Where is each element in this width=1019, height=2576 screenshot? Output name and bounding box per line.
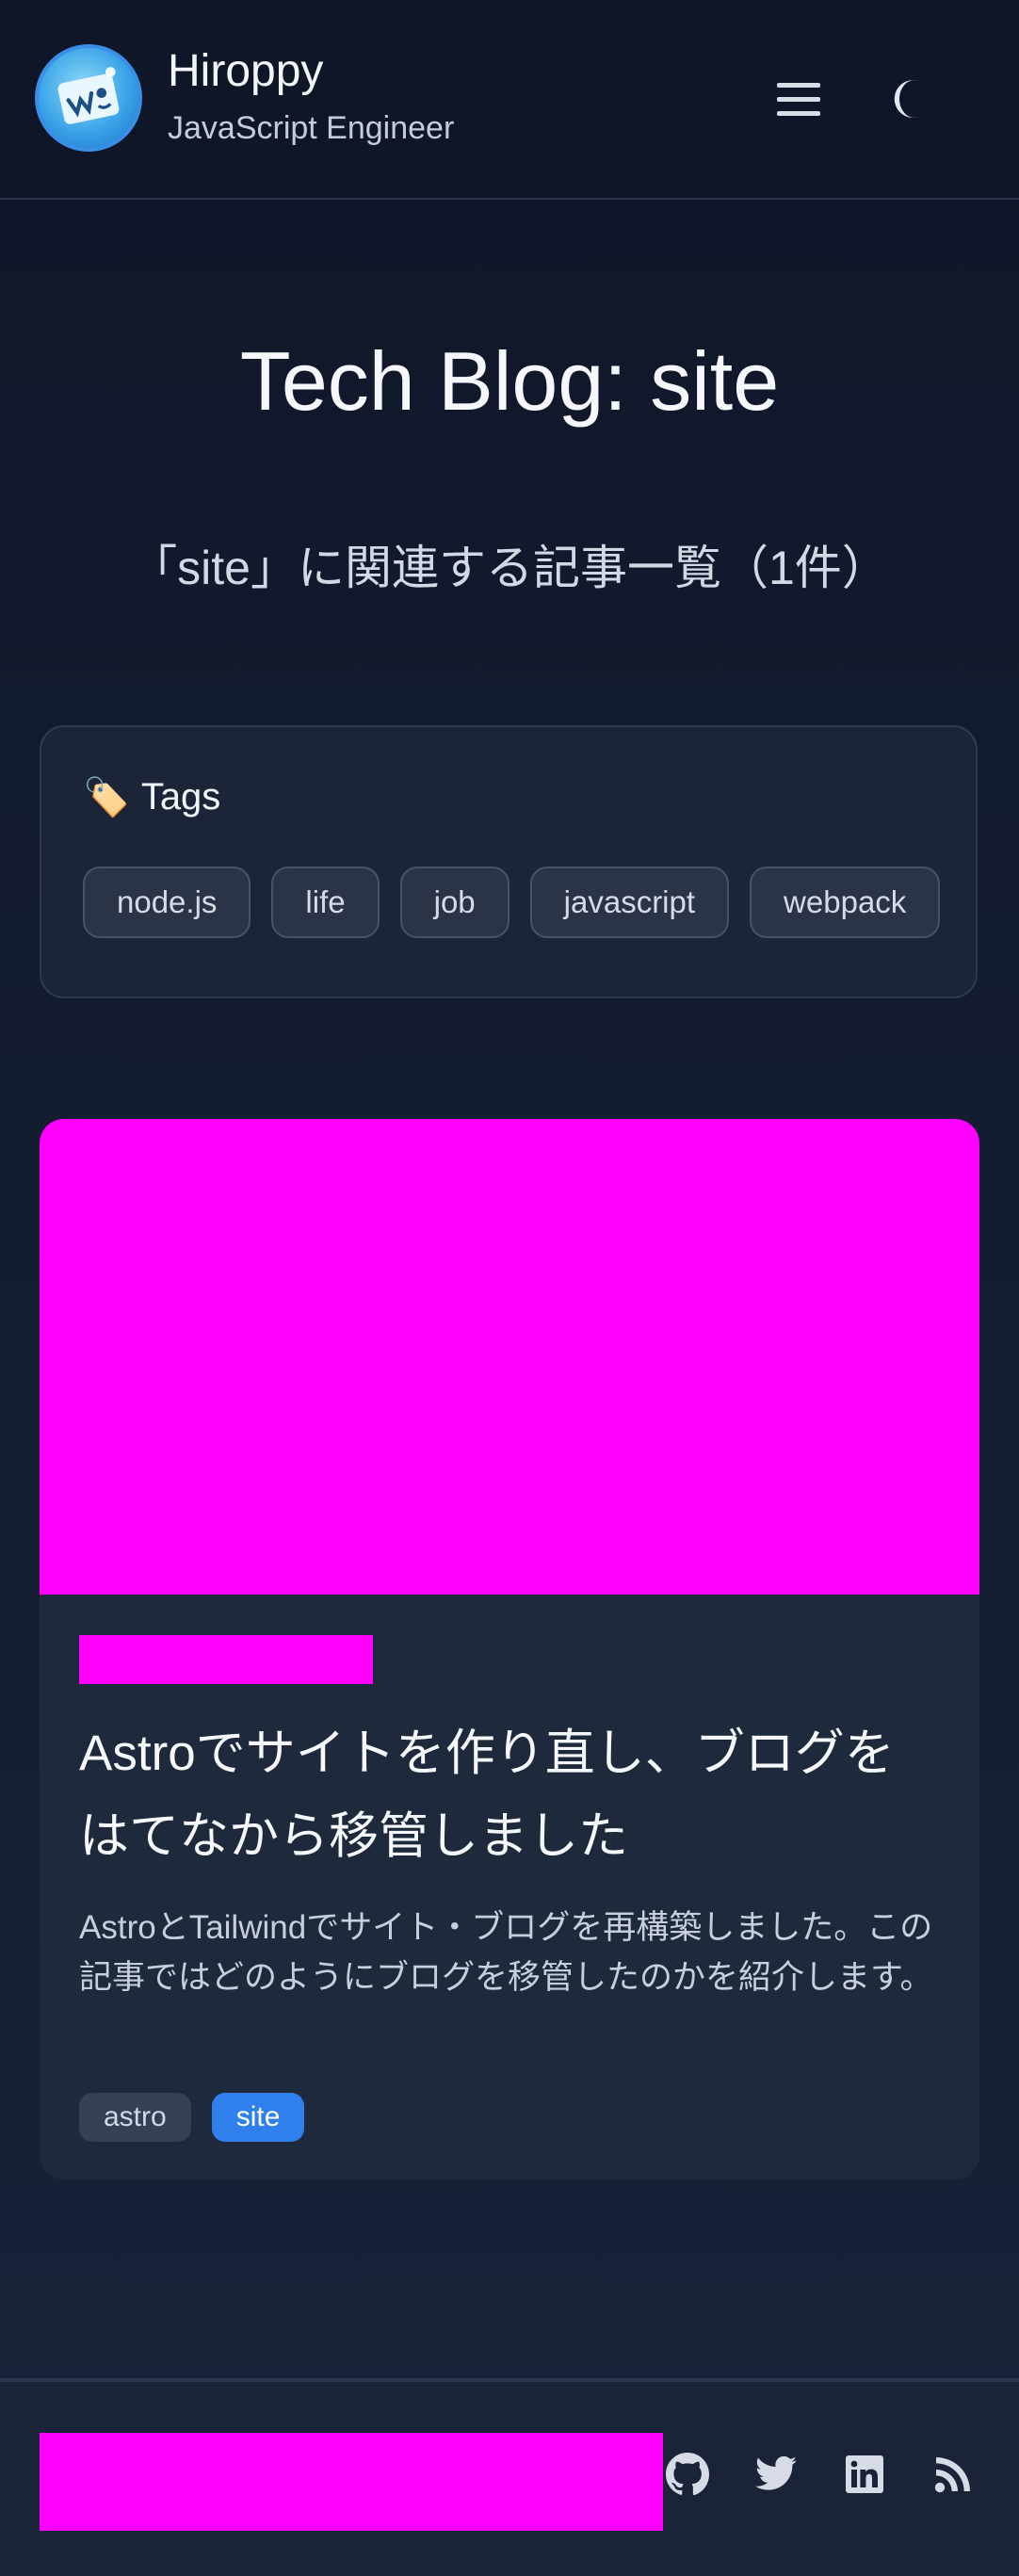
article-tags: astro site xyxy=(79,2093,305,2142)
article-title[interactable]: Astroでサイトを作り直し、ブログをはてなから移管しました xyxy=(79,1712,927,1878)
article-card[interactable]: Astroでサイトを作り直し、ブログをはてなから移管しました AstroとTai… xyxy=(40,1119,979,2179)
site-header: Hiroppy JavaScript Engineer xyxy=(0,0,1019,200)
article-thumbnail[interactable] xyxy=(40,1119,979,1595)
moon-icon[interactable] xyxy=(885,73,936,124)
site-tagline: JavaScript Engineer xyxy=(168,110,455,146)
page-subtitle: 「site」に関連する記事一覧（1件） xyxy=(130,542,889,594)
tag-pill[interactable]: node.js xyxy=(83,867,251,938)
page: Hiroppy JavaScript Engineer Tech Blog: s… xyxy=(0,0,1019,2576)
footer-copyright-placeholder xyxy=(40,2433,663,2531)
twitter-icon[interactable] xyxy=(753,2452,799,2497)
linkedin-icon[interactable] xyxy=(842,2452,887,2497)
hamburger-menu-icon[interactable] xyxy=(772,75,829,122)
page-title: Tech Blog: site xyxy=(239,334,780,428)
article-description: AstroとTailwindでサイト・ブログを再構築しました。この記事ではどのよ… xyxy=(79,1909,933,1996)
tag-pill[interactable]: life xyxy=(271,867,380,938)
tags-list: node.js life job javascript webpack xyxy=(83,867,940,944)
tag-pill[interactable]: job xyxy=(399,867,510,938)
github-icon[interactable] xyxy=(665,2452,710,2497)
avatar[interactable] xyxy=(35,44,142,152)
article-tag-active[interactable]: site xyxy=(211,2093,305,2142)
rss-icon[interactable] xyxy=(930,2452,976,2497)
site-footer xyxy=(0,2378,1019,2576)
tag-pill[interactable]: javascript xyxy=(529,867,730,938)
avatar-illustration xyxy=(57,67,120,124)
site-name[interactable]: Hiroppy xyxy=(168,45,323,98)
article-tag[interactable]: astro xyxy=(79,2093,191,2142)
article-date-placeholder xyxy=(79,1635,373,1684)
tags-heading-label: Tags xyxy=(140,775,221,818)
tags-heading: 🏷️ Tags xyxy=(83,769,220,825)
tag-icon: 🏷️ xyxy=(83,776,130,818)
tag-pill[interactable]: webpack xyxy=(750,867,940,938)
tags-panel: 🏷️ Tags node.js life job javascript webp… xyxy=(40,725,978,998)
